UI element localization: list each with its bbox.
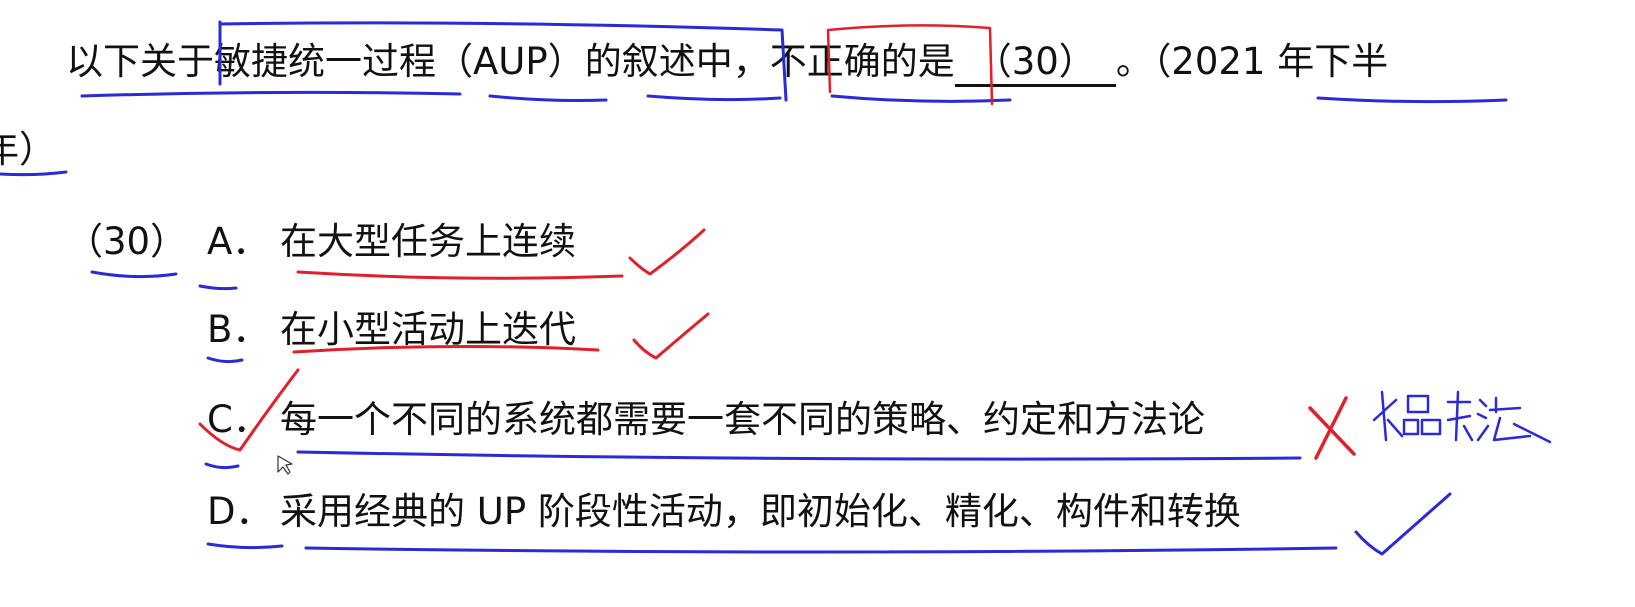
answer-blank: （30）	[954, 40, 1116, 87]
underline-red	[296, 270, 624, 280]
underline-blue	[80, 90, 462, 98]
option-d-text: 采用经典的 UP 阶段性活动，即初始化、精化、构件和转换	[280, 490, 1241, 533]
underline-blue	[646, 94, 782, 102]
option-b-text: 在小型活动上迭代	[280, 308, 576, 351]
underline-blue	[90, 270, 178, 279]
underline-blue	[198, 284, 238, 291]
option-c-letter: C．	[207, 398, 270, 441]
mouse-cursor-icon	[277, 455, 293, 475]
option-a-text: 在大型任务上连续	[280, 220, 576, 263]
option-d-letter: D．	[207, 490, 273, 533]
question-period: 。	[1115, 40, 1153, 83]
underline-blue	[206, 542, 284, 550]
underline-blue	[204, 462, 240, 470]
option-a-letter: A．	[207, 220, 270, 263]
underline-blue	[206, 356, 244, 364]
underline-blue	[488, 94, 608, 102]
option-b-letter: B．	[207, 308, 270, 351]
option-number: （30）	[66, 220, 188, 263]
underline-blue	[1316, 96, 1508, 104]
check-mark-a-icon	[628, 228, 706, 276]
underline-blue	[0, 170, 68, 177]
question-text: 以下关于敏捷统一过程（AUP）的叙述中，不正确的是 （30） 。（2021 年下半	[66, 40, 1388, 87]
handwritten-note-icon	[1372, 390, 1552, 444]
question-stem: 以下关于敏捷统一过程（AUP）的叙述中，不正确的是	[66, 40, 955, 83]
check-mark-d-icon	[1354, 492, 1452, 556]
underline-blue	[304, 546, 1338, 554]
underline-blue	[296, 450, 1302, 461]
option-c-text: 每一个不同的系统都需要一套不同的策略、约定和方法论	[280, 398, 1205, 441]
underline-blue	[830, 94, 1012, 103]
year-close: 年）	[0, 128, 56, 171]
cross-mark-c-icon	[1308, 396, 1356, 460]
year-open: （2021 年下半	[1152, 40, 1389, 83]
check-mark-b-icon	[632, 312, 710, 360]
